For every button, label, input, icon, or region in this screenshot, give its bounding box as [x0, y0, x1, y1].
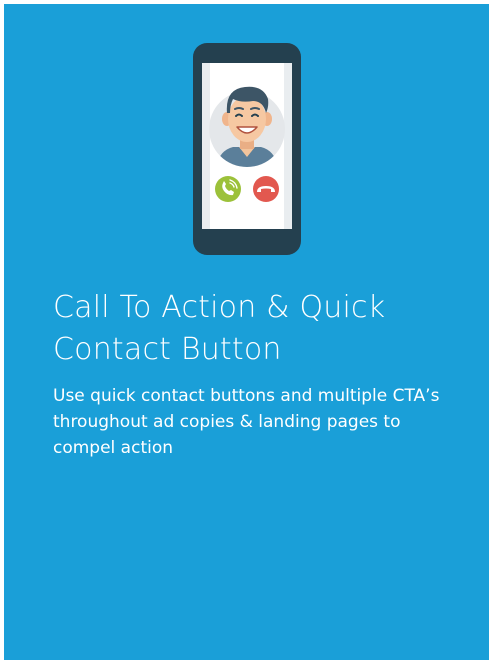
card-title: Call To Action & Quick Contact Button	[53, 290, 386, 367]
phone-call-illustration-icon	[193, 43, 301, 255]
decline-call-icon[interactable]	[253, 176, 279, 202]
card-description: Use quick contact buttons and multiple C…	[53, 386, 440, 458]
feature-card: Call To Action & Quick Contact Button Us…	[4, 4, 489, 660]
accept-call-icon[interactable]	[215, 176, 241, 202]
